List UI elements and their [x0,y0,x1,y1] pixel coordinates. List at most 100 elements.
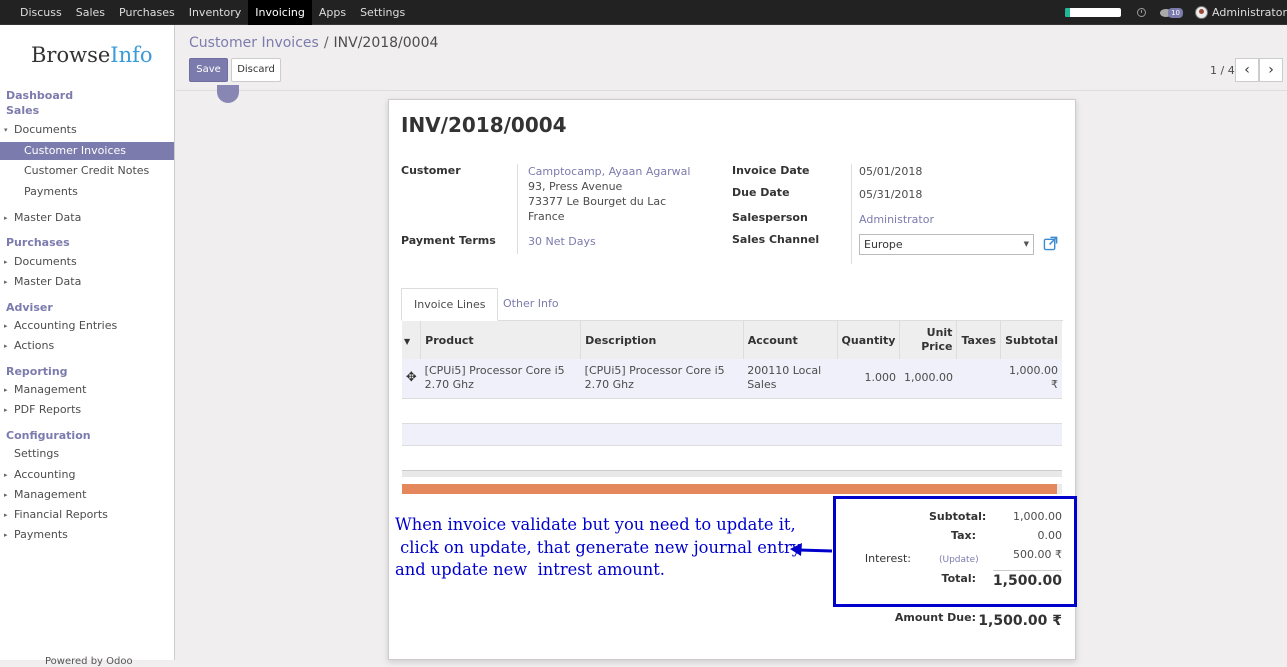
chatter-toggle-dot[interactable] [217,85,239,103]
salesperson-link[interactable]: Administrator [859,212,934,227]
sidebar-item-purchases-documents[interactable]: ▸ Documents [0,253,174,271]
sidebar-item-customer-credit-notes[interactable]: Customer Credit Notes [0,162,174,180]
sidebar-item-payments[interactable]: Payments [0,183,174,201]
caret-right-icon: ▸ [4,258,8,266]
invoice-number-title: INV/2018/0004 [401,113,567,137]
column-taxes[interactable]: Taxes [956,321,1002,359]
sidebar-section-sales[interactable]: Sales [6,104,39,117]
external-link-icon[interactable] [1043,236,1058,251]
cell-account[interactable]: 200110 Local Sales [743,359,838,399]
cell-taxes[interactable] [956,359,1001,399]
invoice-date-label: Invoice Date [732,164,810,177]
caret-right-icon: ▸ [4,386,8,394]
column-product[interactable]: Product [420,321,582,359]
column-unit-price[interactable]: Unit Price [899,321,958,359]
payment-terms-field[interactable]: 30 Net Days [528,234,596,249]
sidebar-item-accounting[interactable]: ▸ Accounting [0,466,174,484]
due-date-field[interactable]: 05/31/2018 [859,187,922,202]
caret-right-icon: ▸ [4,342,8,350]
sales-channel-label: Sales Channel [732,233,820,246]
planner-progress-bar[interactable] [1065,8,1122,17]
form-tabs: Invoice Lines Other Info [401,288,1063,321]
menu-sales[interactable]: Sales [69,0,112,25]
handle-column-header[interactable]: ▼ [402,321,422,359]
sidebar-item-sales-master-data[interactable]: ▸ Master Data [0,209,174,227]
sidebar-item-accounting-entries[interactable]: ▸ Accounting Entries [0,317,174,335]
sidebar-item-financial-reports[interactable]: ▸ Financial Reports [0,506,174,524]
caret-right-icon: ▸ [4,322,8,330]
column-account[interactable]: Account [743,321,838,359]
caret-right-icon: ▸ [4,471,8,479]
pager-previous-button[interactable]: ‹ [1235,58,1259,82]
customer-address-line-3: France [528,210,565,223]
user-name[interactable]: Administrator [1212,6,1287,19]
add-line-row[interactable] [402,423,1062,446]
sidebar-item-settings[interactable]: Settings [0,445,174,463]
customer-label: Customer [401,164,461,177]
sidebar-item-customer-invoices[interactable]: Customer Invoices [0,142,174,160]
sidebar-item-config-payments[interactable]: ▸ Payments [0,526,174,544]
save-button[interactable]: Save [189,58,228,82]
sales-channel-select[interactable]: Europe ▼ [859,234,1034,255]
sidebar-item-reporting-management[interactable]: ▸ Management [0,381,174,399]
cell-product[interactable]: [CPUi5] Processor Core i5 2.70 Ghz [420,359,581,399]
drag-handle-icon[interactable]: ✥ [402,359,421,399]
column-subtotal[interactable]: Subtotal [1000,321,1062,359]
pager-next-button[interactable]: › [1259,58,1283,82]
sidebar-item-pdf-reports[interactable]: ▸ PDF Reports [0,401,174,419]
caret-right-icon: ▸ [4,214,8,222]
sidebar-item-purchases-master-data[interactable]: ▸ Master Data [0,273,174,291]
sidebar-section-adviser[interactable]: Adviser [6,301,53,314]
column-description[interactable]: Description [580,321,744,359]
chat-count-badge: 10 [1168,7,1183,18]
discard-button[interactable]: Discard [231,58,281,82]
breadcrumb-separator: / [323,35,329,51]
cell-description[interactable]: [CPUi5] Processor Core i5 2.70 Ghz [580,359,744,399]
breadcrumb: Customer Invoices / INV/2018/0004 [189,35,438,51]
menu-settings[interactable]: Settings [353,0,412,25]
user-avatar[interactable] [1195,6,1208,19]
cell-subtotal[interactable]: 1,000.00 ₹ [1000,359,1062,399]
app-menu: Discuss Sales Purchases Inventory Invoic… [13,0,412,25]
dropdown-arrow-icon: ▼ [1023,240,1029,248]
caret-right-icon: ▸ [4,531,8,539]
salesperson-label: Salesperson [732,211,808,224]
sidebar-section-configuration[interactable]: Configuration [6,429,91,442]
field-divider [851,164,852,264]
cell-unit-price[interactable]: 1,000.00 [899,359,957,399]
sort-caret-icon: ▼ [404,336,411,346]
caret-down-icon: ▾ [4,126,8,134]
table-row[interactable]: ✥ [CPUi5] Processor Core i5 2.70 Ghz [CP… [402,359,1062,399]
activity-clock-icon[interactable] [1137,8,1147,17]
customer-address-line-2: 73377 Le Bourget du Lac [528,195,667,208]
invoice-lines-table: ▼ Product Description Account Quantity U… [402,321,1062,399]
menu-apps[interactable]: Apps [312,0,353,25]
menu-invoicing[interactable]: Invoicing [248,0,312,25]
menu-purchases[interactable]: Purchases [112,0,182,25]
column-quantity[interactable]: Quantity [837,321,901,359]
caret-right-icon: ▸ [4,406,8,414]
caret-right-icon: ▸ [4,491,8,499]
powered-by-footer[interactable]: Powered by Odoo [45,656,133,667]
customer-name-link[interactable]: Camptocamp, Ayaan Agarwal [528,164,690,179]
pager-value[interactable]: 1 / 4 [1210,64,1235,77]
sidebar-item-sales-documents[interactable]: ▾ Documents [0,121,174,139]
tab-invoice-lines[interactable]: Invoice Lines [401,288,499,321]
menu-inventory[interactable]: Inventory [182,0,249,25]
cell-quantity[interactable]: 1.000 [837,359,900,399]
sidebar-section-purchases[interactable]: Purchases [6,236,70,249]
payment-progress-bar [402,484,1062,494]
sidebar-item-actions[interactable]: ▸ Actions [0,337,174,355]
menu-discuss[interactable]: Discuss [13,0,69,25]
sidebar-item-config-management[interactable]: ▸ Management [0,486,174,504]
sidebar-dashboard[interactable]: Dashboard [6,89,73,102]
invoice-date-field[interactable]: 05/01/2018 [859,164,922,179]
control-panel-divider [176,90,1287,91]
payment-terms-label: Payment Terms [401,234,496,247]
caret-right-icon: ▸ [4,278,8,286]
breadcrumb-customer-invoices[interactable]: Customer Invoices [189,35,319,51]
table-footer-row [402,470,1062,477]
tab-other-info[interactable]: Other Info [491,288,571,321]
company-logo: BrowseInfo [31,43,153,67]
sidebar-section-reporting[interactable]: Reporting [6,365,68,378]
